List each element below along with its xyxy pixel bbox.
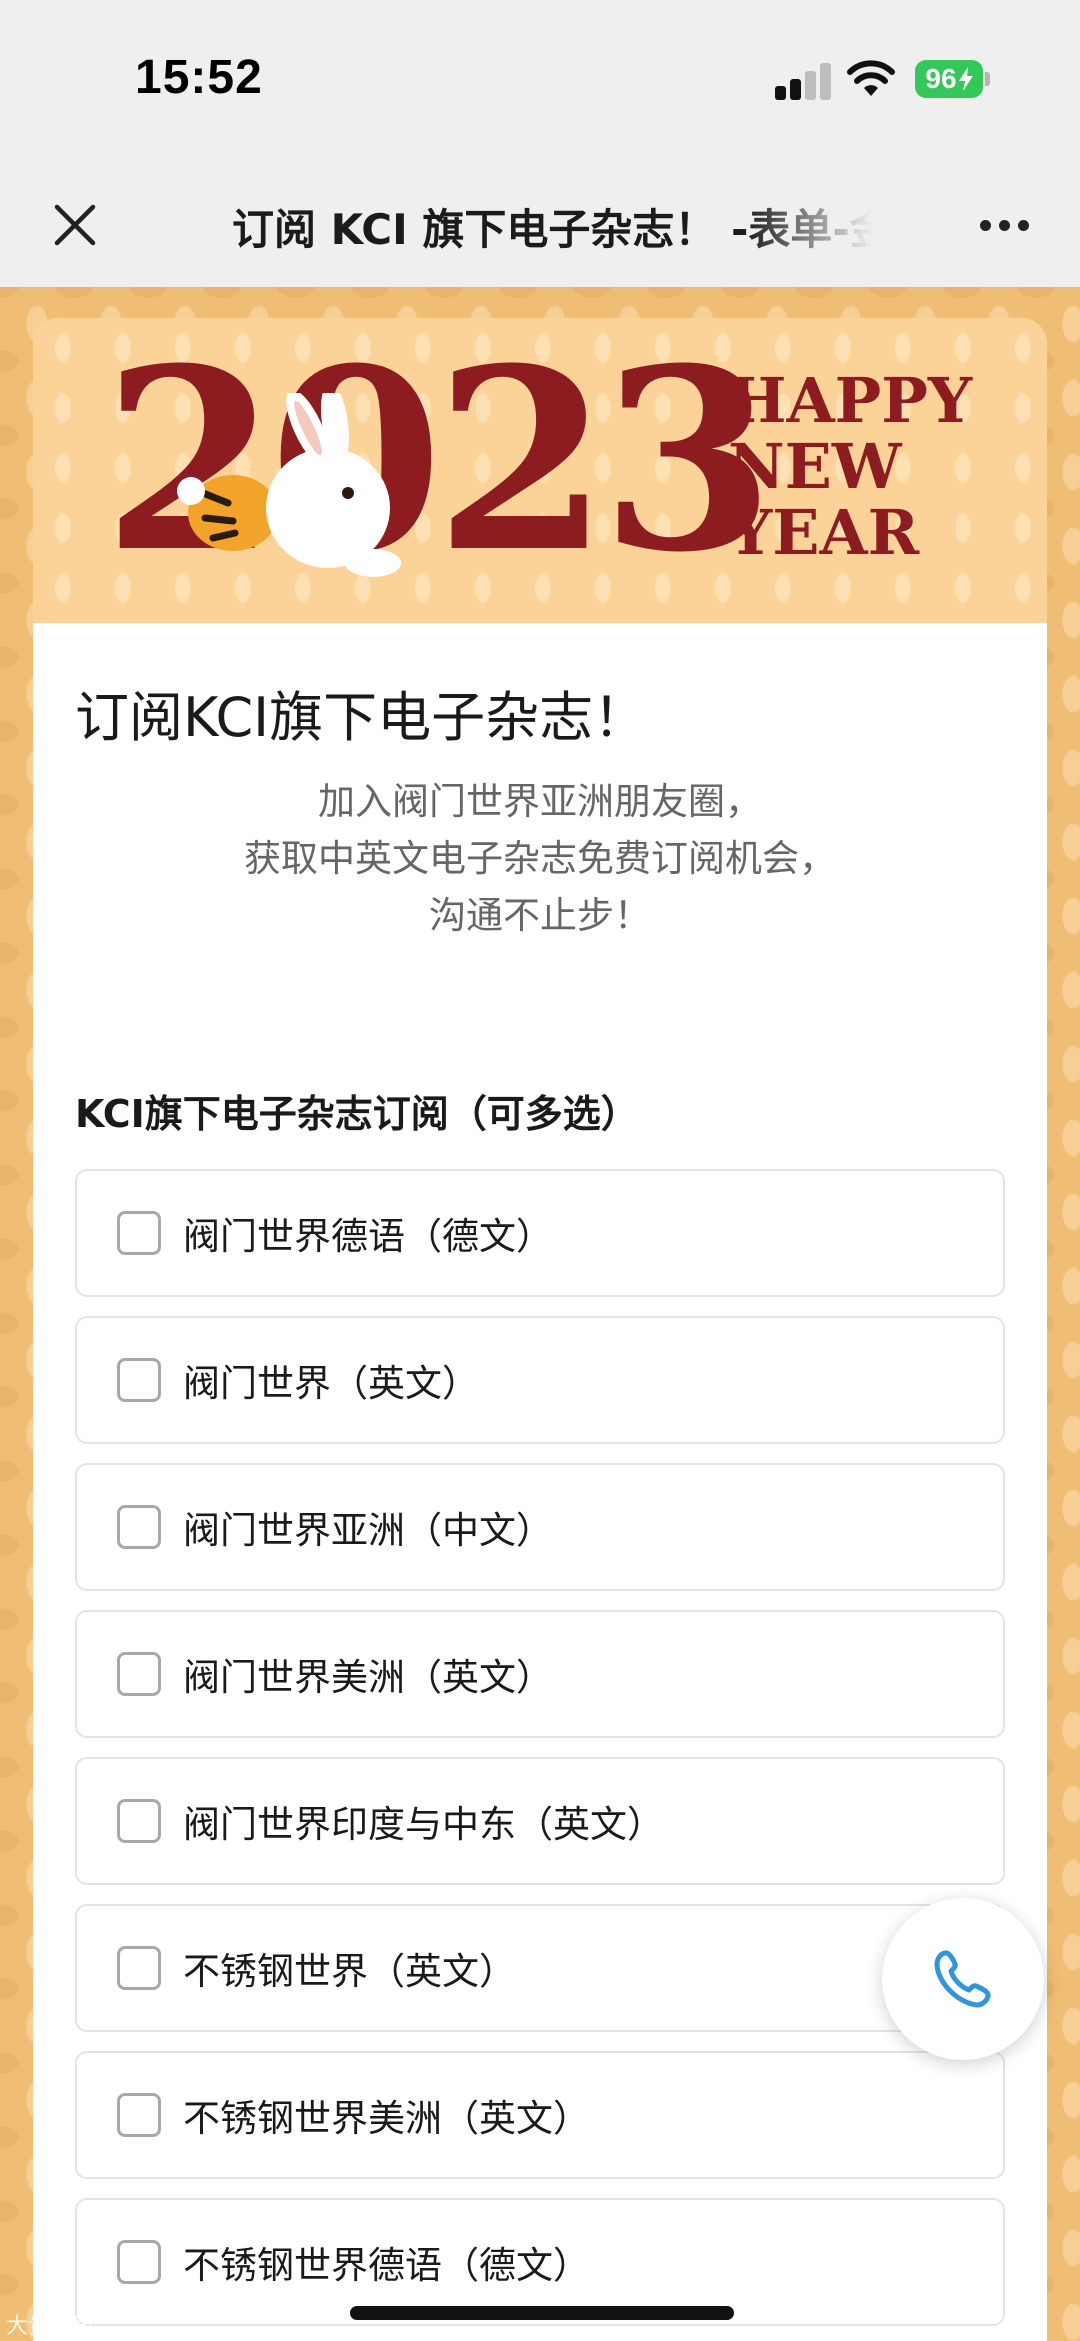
option-label: 阀门世界（英文） xyxy=(183,1362,479,1405)
signal-icon xyxy=(775,62,835,100)
description-line: 获取中英文电子杂志免费订阅机会， xyxy=(244,837,836,880)
option-row[interactable]: 阀门世界美洲（英文） xyxy=(75,1610,1005,1738)
status-bar: 15:52 96 xyxy=(0,0,1080,160)
option-label: 不锈钢世界美洲（英文） xyxy=(183,2097,590,2140)
more-icon[interactable] xyxy=(980,220,1030,234)
battery-icon: 96 xyxy=(915,60,983,98)
option-row[interactable]: 阀门世界亚洲（中文） xyxy=(75,1463,1005,1591)
option-label: 阀门世界亚洲（中文） xyxy=(183,1509,553,1552)
checkbox[interactable] xyxy=(117,1799,161,1843)
checkbox[interactable] xyxy=(117,1946,161,1990)
form-title: 订阅KCI旗下电子杂志！ xyxy=(75,686,648,749)
section-label: KCI旗下电子杂志订阅（可多选） xyxy=(75,1092,639,1136)
option-label: 阀门世界印度与中东（英文） xyxy=(183,1803,664,1846)
option-row[interactable]: 阀门世界（英文） xyxy=(75,1316,1005,1444)
option-label: 阀门世界美洲（英文） xyxy=(183,1656,553,1699)
description-line: 加入阀门世界亚洲朋友圈， xyxy=(318,780,762,823)
greeting-line: NEW xyxy=(728,430,902,503)
charging-bolt-icon xyxy=(958,67,973,91)
form-card: 2023 HAPPY NEW YEAR 订阅KCI旗下电子杂志！ 加入阀门世界亚… xyxy=(33,318,1047,2341)
greeting-line: HAPPY xyxy=(728,364,973,437)
battery-level: 96 xyxy=(925,63,957,94)
phone-icon xyxy=(934,1950,991,2008)
home-indicator xyxy=(350,2306,734,2320)
wifi-icon xyxy=(847,60,895,96)
option-row[interactable]: 阀门世界印度与中东（英文） xyxy=(75,1757,1005,1885)
close-icon[interactable] xyxy=(50,200,100,250)
checkbox[interactable] xyxy=(117,1211,161,1255)
checkbox[interactable] xyxy=(117,2240,161,2284)
status-time: 15:52 xyxy=(135,51,263,104)
watermark: 大贵蛮级 xyxy=(6,2314,95,2339)
checkbox[interactable] xyxy=(117,1358,161,1402)
rabbit-tiger-illustration xyxy=(177,393,401,577)
checkbox[interactable] xyxy=(117,1652,161,1696)
checkbox[interactable] xyxy=(117,2093,161,2137)
new-year-banner: 2023 HAPPY NEW YEAR xyxy=(33,318,1047,623)
option-row[interactable]: 不锈钢世界美洲（英文） xyxy=(75,2051,1005,2179)
option-label: 不锈钢世界（英文） xyxy=(183,1950,516,1993)
checkbox[interactable] xyxy=(117,1505,161,1549)
option-row[interactable]: 不锈钢世界（英文） xyxy=(75,1904,1005,2032)
phone-button[interactable] xyxy=(882,1898,1044,2060)
page-title: 订阅 KCI 旗下电子杂志！ -表单-金数据 xyxy=(232,205,872,254)
banner-greeting: HAPPY NEW YEAR xyxy=(728,368,988,566)
nav-bar: 订阅 KCI 旗下电子杂志！ -表单-金数据 xyxy=(0,160,1080,287)
description-line: 沟通不止步！ xyxy=(429,894,651,937)
option-label: 不锈钢世界德语（德文） xyxy=(183,2244,590,2287)
form-description: 加入阀门世界亚洲朋友圈， 获取中英文电子杂志免费订阅机会， 沟通不止步！ xyxy=(33,773,1047,944)
option-label: 阀门世界德语（德文） xyxy=(183,1215,553,1258)
greeting-line: YEAR xyxy=(728,496,920,569)
battery-tip xyxy=(985,72,990,86)
option-row[interactable]: 阀门世界德语（德文） xyxy=(75,1169,1005,1297)
